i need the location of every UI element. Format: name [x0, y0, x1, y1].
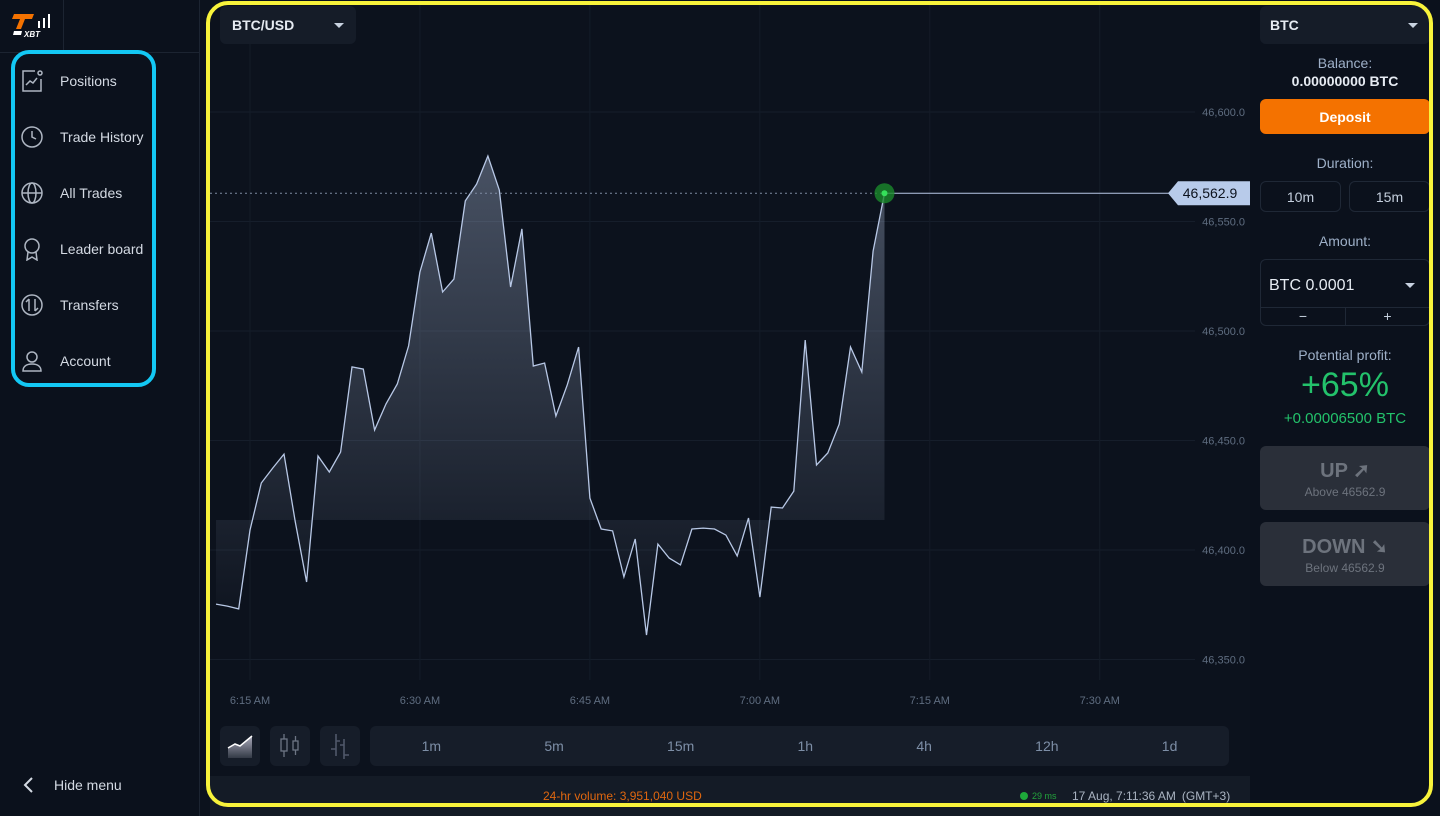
profit-btc: +0.00006500 BTC — [1283, 410, 1407, 427]
clock: 17 Aug, 7:11:36 AM (GMT+3) — [1072, 789, 1230, 803]
bars-chart-button[interactable] — [320, 726, 360, 766]
duration-label: Duration: — [1316, 155, 1374, 171]
amount-field[interactable]: BTC 0.0001 − + — [1260, 259, 1430, 326]
trade-panel: BTC Balance: 0.00000000 BTC Deposit Dura… — [1250, 0, 1440, 816]
balance-value: 0.00000000 BTC — [1291, 73, 1399, 89]
price-chart[interactable]: 46,350.0 46,400.0 46,450.0 46,500.0 46,550.0… — [0, 0, 1250, 720]
amount-value: BTC 0.0001 — [1269, 277, 1355, 294]
timeframe-1h[interactable]: 1h — [798, 738, 814, 754]
timeframe-selector: 1m 5m 15m 1h 4h 12h 1d — [370, 726, 1229, 766]
amount-label: Amount: — [1318, 233, 1372, 249]
caret-down-icon — [334, 22, 344, 28]
up-sub: Above 46562.9 — [1304, 485, 1386, 499]
timeframe-5m[interactable]: 5m — [544, 738, 563, 754]
up-button[interactable]: UP ➚ Above 46562.9 — [1260, 446, 1430, 510]
x-tick-label: 7:30 AM — [1080, 695, 1120, 707]
y-tick-label: 46,500.0 — [1202, 326, 1245, 338]
x-tick-label: 6:30 AM — [400, 695, 440, 707]
area-chart-button[interactable] — [220, 726, 260, 766]
hide-menu-button[interactable]: Hide menu — [22, 776, 122, 794]
price-area-fill — [216, 156, 885, 635]
profit-percent: +65% — [1301, 366, 1389, 404]
down-sub: Below 46562.9 — [1305, 561, 1385, 575]
connection-status: 29 ms — [1020, 791, 1057, 801]
timezone-text: (GMT+3) — [1181, 789, 1231, 803]
asset-selector[interactable]: BTC — [1260, 6, 1430, 44]
x-tick-label: 6:15 AM — [230, 695, 270, 707]
asset-label: BTC — [1270, 17, 1299, 33]
candlestick-icon — [280, 734, 299, 757]
current-point — [881, 190, 888, 197]
timeframe-1d[interactable]: 1d — [1162, 738, 1178, 754]
chevron-left-icon — [23, 777, 33, 793]
down-button[interactable]: DOWN ➘ Below 46562.9 — [1260, 522, 1430, 586]
y-tick-label: 46,400.0 — [1202, 545, 1245, 557]
down-label: DOWN ➘ — [1302, 536, 1388, 558]
caret-down-icon — [1408, 22, 1418, 28]
pair-label: BTC/USD — [232, 17, 295, 33]
y-tick-label: 46,450.0 — [1202, 436, 1245, 448]
x-tick-label: 7:00 AM — [740, 695, 780, 707]
duration-10m-button[interactable]: 10m — [1260, 181, 1341, 212]
area-chart-icon — [227, 735, 253, 758]
ping-text: 29 ms — [1032, 791, 1057, 801]
timeframe-1m[interactable]: 1m — [422, 738, 441, 754]
profit-label: Potential profit: — [1298, 347, 1392, 363]
caret-down-icon[interactable] — [1405, 283, 1415, 288]
timeframe-15m[interactable]: 15m — [667, 738, 694, 754]
y-tick-label: 46,550.0 — [1202, 217, 1245, 229]
datetime-text: 17 Aug, 7:11:36 AM — [1072, 789, 1176, 803]
increase-amount-button[interactable]: + — [1345, 307, 1429, 326]
up-label: UP ➚ — [1320, 460, 1370, 482]
timeframe-4h[interactable]: 4h — [916, 738, 932, 754]
y-tick-label: 46,350.0 — [1202, 655, 1245, 667]
hide-menu-label: Hide menu — [54, 777, 122, 793]
timeframe-12h[interactable]: 12h — [1035, 738, 1058, 754]
balance-label: Balance: — [1317, 55, 1373, 71]
x-tick-label: 7:15 AM — [910, 695, 950, 707]
pair-selector[interactable]: BTC/USD — [220, 6, 356, 44]
duration-15m-button[interactable]: 15m — [1349, 181, 1430, 212]
ohlc-bars-icon — [331, 734, 349, 759]
status-dot-icon — [1020, 792, 1028, 800]
volume-text: 24-hr volume: 3,951,040 USD — [543, 789, 702, 803]
deposit-button[interactable]: Deposit — [1260, 99, 1430, 134]
decrease-amount-button[interactable]: − — [1261, 307, 1345, 326]
current-price-label: 46,562.9 — [1183, 185, 1238, 201]
y-tick-label: 46,600.0 — [1202, 107, 1245, 119]
candles-chart-button[interactable] — [270, 726, 310, 766]
x-tick-label: 6:45 AM — [570, 695, 610, 707]
